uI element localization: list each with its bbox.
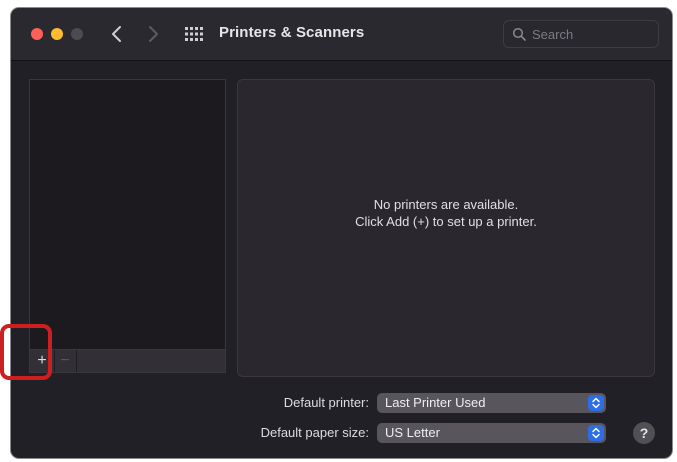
paper-size-value: US Letter — [385, 425, 440, 440]
minimize-window-button[interactable] — [51, 28, 63, 40]
chevron-updown-icon — [588, 395, 604, 411]
forward-button[interactable] — [143, 22, 163, 46]
default-printer-value: Last Printer Used — [385, 395, 486, 410]
chevron-right-icon — [149, 26, 158, 42]
back-button[interactable] — [107, 22, 127, 46]
printer-list[interactable] — [29, 79, 226, 349]
printer-detail-panel: No printers are available. Click Add (+)… — [237, 79, 655, 377]
search-placeholder: Search — [532, 27, 574, 42]
title-bar: Printers & Scanners Search — [11, 8, 672, 61]
chevron-updown-icon — [588, 425, 604, 441]
remove-printer-button[interactable]: − — [54, 350, 77, 372]
empty-state-hint: Click Add (+) to set up a printer. — [355, 214, 537, 229]
printer-list-toolbar: + − — [29, 349, 226, 373]
default-printer-label: Default printer: — [283, 395, 369, 410]
close-window-button[interactable] — [31, 28, 43, 40]
empty-state-message: No printers are available. — [373, 197, 519, 212]
help-button[interactable]: ? — [633, 422, 655, 444]
search-icon — [512, 27, 526, 41]
paper-size-label: Default paper size: — [260, 425, 369, 440]
show-all-button[interactable] — [183, 24, 205, 44]
add-button-highlight-annotation — [0, 324, 52, 380]
printers-scanners-window: Printers & Scanners Search + − No printe… — [11, 8, 672, 458]
default-printer-select[interactable]: Last Printer Used — [377, 393, 606, 413]
chevron-left-icon — [112, 26, 121, 42]
paper-size-select[interactable]: US Letter — [377, 423, 606, 443]
window-title: Printers & Scanners — [219, 24, 365, 41]
search-input[interactable]: Search — [503, 20, 659, 48]
zoom-window-button[interactable] — [71, 28, 83, 40]
grid-icon — [185, 27, 203, 41]
